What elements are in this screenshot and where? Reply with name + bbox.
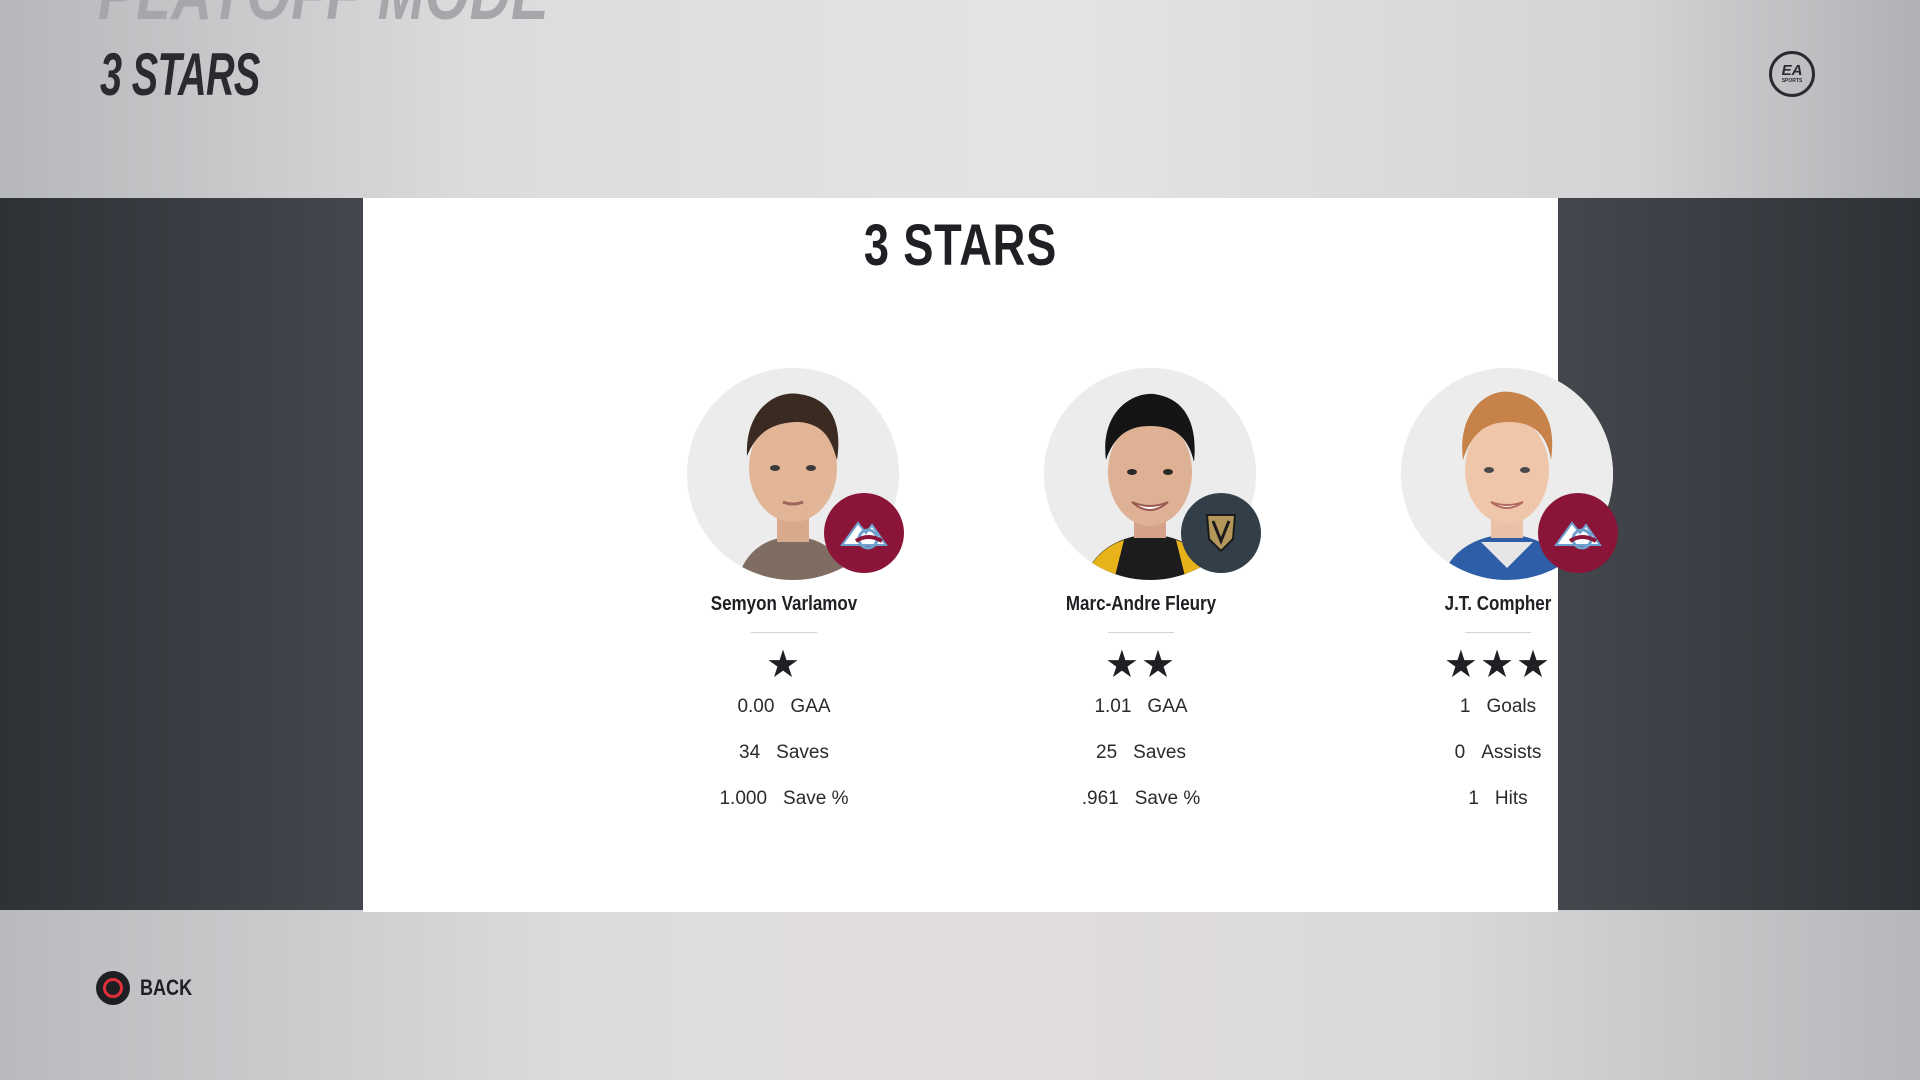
card-title: 3 STARS — [863, 213, 1058, 278]
name-divider — [751, 632, 817, 633]
stat-row: 1 Hits — [1318, 788, 1678, 810]
stat-value: .961 — [1081, 788, 1119, 809]
stat-value: 1 — [1468, 788, 1479, 809]
stat-label: Saves — [776, 742, 829, 763]
ea-sports-logo: EA SPORTS — [1769, 51, 1815, 97]
stat-value: 34 — [739, 742, 761, 763]
three-stars-card: 3 STARS Semyon Varlamov ★ 0.00 GAA 34 Sa… — [363, 198, 1618, 912]
stat-row: 25 Saves — [961, 742, 1321, 764]
stat-row: 34 Saves — [604, 742, 964, 764]
stat-value: 1.01 — [1094, 696, 1132, 717]
star-rating-icon: ★★★ — [1443, 644, 1553, 686]
stat-value: 1 — [1459, 696, 1471, 717]
avalanche-logo-icon — [824, 493, 904, 573]
stat-row: 1.01 GAA — [961, 696, 1321, 718]
stat-label: Goals — [1486, 696, 1537, 717]
stat-row: .961 Save % — [961, 788, 1321, 810]
star-rating-icon: ★★ — [1104, 644, 1178, 686]
stat-label: GAA — [790, 696, 831, 717]
stat-row: 0 Assists — [1318, 742, 1678, 764]
name-divider — [1108, 632, 1174, 633]
screen-title: 3 STARS — [100, 41, 260, 108]
stat-label: GAA — [1147, 696, 1188, 717]
golden-knights-logo-icon — [1181, 493, 1261, 573]
stat-label: Hits — [1494, 788, 1528, 809]
player-card-varlamov[interactable]: Semyon Varlamov ★ 0.00 GAA 34 Saves 1.00… — [604, 368, 964, 848]
ea-logo-subtext: SPORTS — [1781, 78, 1803, 84]
player-card-fleury[interactable]: Marc-Andre Fleury ★★ 1.01 GAA 25 Saves .… — [961, 368, 1321, 848]
stat-value: 0.00 — [737, 696, 775, 717]
stat-value: 25 — [1096, 742, 1118, 763]
ea-logo-text: EA — [1781, 62, 1803, 79]
stat-label: Save % — [1134, 788, 1201, 809]
stat-row: 1.000 Save % — [604, 788, 964, 810]
circle-button-icon — [96, 971, 130, 1005]
circle-button-ring — [103, 978, 123, 998]
stat-value: 0 — [1454, 742, 1466, 763]
stat-row: 0.00 GAA — [604, 696, 964, 718]
avalanche-logo-icon — [1538, 493, 1618, 573]
player-name: Marc-Andre Fleury — [1065, 593, 1217, 615]
back-button[interactable]: BACK — [96, 971, 204, 1005]
stat-value: 1.000 — [719, 788, 768, 809]
stat-label: Save % — [783, 788, 849, 809]
name-divider — [1465, 632, 1531, 633]
star-rating-icon: ★ — [765, 644, 803, 686]
stat-label: Assists — [1481, 742, 1542, 763]
mode-title: PLAYOFF MODE — [98, 0, 549, 36]
player-name: J.T. Compher — [1444, 593, 1552, 615]
player-card-compher[interactable]: J.T. Compher ★★★ 1 Goals 0 Assists 1 Hit… — [1318, 368, 1678, 848]
stat-label: Saves — [1133, 742, 1186, 763]
footer-band — [0, 910, 1920, 1080]
player-name: Semyon Varlamov — [710, 593, 858, 615]
back-label: BACK — [140, 975, 193, 1000]
stat-row: 1 Goals — [1318, 696, 1678, 718]
